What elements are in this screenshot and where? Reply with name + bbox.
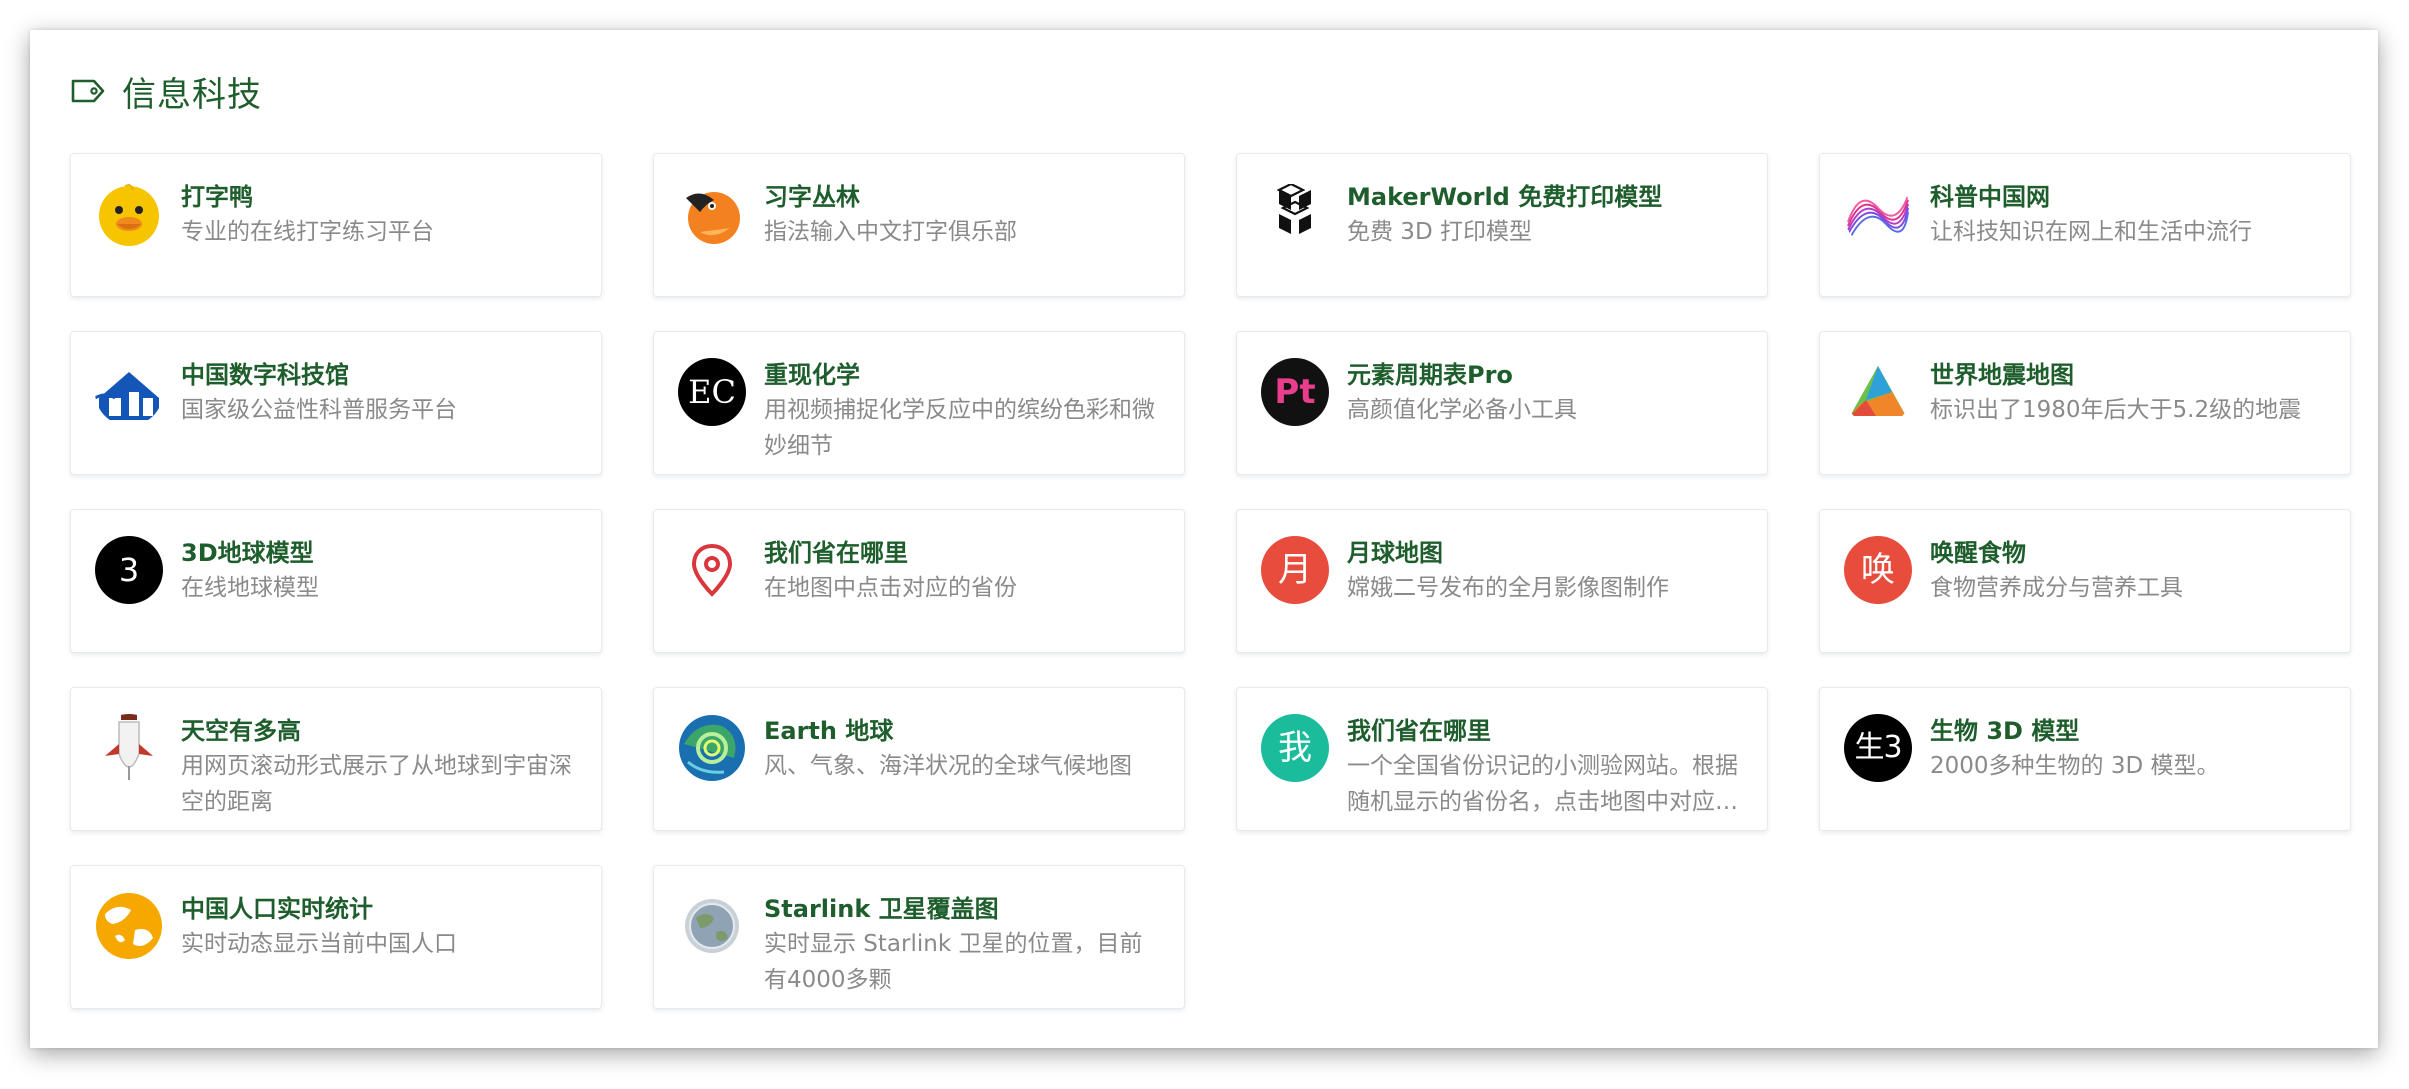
tag-icon (70, 76, 108, 106)
card-description: 嫦娥二号发布的全月影像图制作 (1347, 575, 1669, 601)
card-description: 用视频捕捉化学反应中的缤纷色彩和微妙细节 (764, 397, 1155, 459)
card-bio-3d-models[interactable]: 生3 生物 3D 模型 2000多种生物的 3D 模型。 (1819, 687, 2351, 831)
card-description: 实时显示 Starlink 卫星的位置，目前有4000多颗 (764, 931, 1143, 993)
card-description: 专业的在线打字练习平台 (181, 219, 434, 245)
card-description: 用网页滚动形式展示了从地球到宇宙深空的距离 (181, 753, 572, 815)
card-title: 生物 3D 模型 (1930, 717, 2080, 745)
card-title: MakerWorld 免费打印模型 (1347, 183, 1663, 211)
letter-avatar-icon: 唤 (1844, 536, 1912, 604)
section-panel: 信息科技 打字鸭 专业的在线打字练习平台 习字丛林 指法输入中文打字俱乐部 Ma… (30, 30, 2378, 1048)
card-cdstm[interactable]: 中国数字科技馆 国家级公益性科普服务平台 (70, 331, 602, 475)
card-description: 在线地球模型 (181, 575, 319, 601)
card-title: 中国数字科技馆 (181, 361, 349, 389)
card-title: 月球地图 (1347, 539, 1443, 567)
globe-yellow-icon (95, 892, 163, 960)
card-title: 我们省在哪里 (1347, 717, 1491, 745)
card-description: 食物营养成分与营养工具 (1930, 575, 2183, 601)
card-title: 元素周期表Pro (1347, 361, 1513, 389)
card-description: 2000多种生物的 3D 模型。 (1930, 753, 2220, 779)
card-earth-nullschool[interactable]: Earth 地球 风、气象、海洋状况的全球气候地图 (653, 687, 1185, 831)
card-chongxian-huaxue[interactable]: EC 重现化学 用视频捕捉化学反应中的缤纷色彩和微妙细节 (653, 331, 1185, 475)
card-starlink-coverage[interactable]: Starlink 卫星覆盖图 实时显示 Starlink 卫星的位置，目前有40… (653, 865, 1185, 1009)
card-description: 国家级公益性科普服务平台 (181, 397, 457, 423)
card-title: 中国人口实时统计 (181, 895, 373, 923)
ec-logo-icon: EC (678, 358, 746, 426)
letter-avatar-icon: 3 (95, 536, 163, 604)
letter-avatar-icon: 生3 (1844, 714, 1912, 782)
card-title: Earth 地球 (764, 717, 894, 745)
card-how-high-sky[interactable]: 天空有多高 用网页滚动形式展示了从地球到宇宙深空的距离 (70, 687, 602, 831)
card-wake-food[interactable]: 唤 唤醒食物 食物营养成分与营养工具 (1819, 509, 2351, 653)
wave-logo-icon (1844, 180, 1912, 248)
rocket-icon (95, 714, 163, 782)
section-header: 信息科技 (70, 64, 262, 118)
card-province-quiz[interactable]: 我 我们省在哪里 一个全国省份识记的小测验网站。根据随机显示的省份名，点击地图中… (1236, 687, 1768, 831)
card-moon-map[interactable]: 月 月球地图 嫦娥二号发布的全月影像图制作 (1236, 509, 1768, 653)
globe-grey-icon (678, 892, 746, 960)
card-description: 标识出了1980年后大于5.2级的地震 (1930, 397, 2302, 423)
cube-logo-icon (1261, 180, 1329, 248)
card-which-province[interactable]: 我们省在哪里 在地图中点击对应的省份 (653, 509, 1185, 653)
card-china-population[interactable]: 中国人口实时统计 实时动态显示当前中国人口 (70, 865, 602, 1009)
card-description: 风、气象、海洋状况的全球气候地图 (764, 753, 1132, 779)
mountain-logo-icon (1844, 358, 1912, 426)
card-title: 天空有多高 (181, 717, 301, 745)
cdstm-logo-icon (95, 358, 163, 426)
card-description: 高颜值化学必备小工具 (1347, 397, 1577, 423)
section-title: 信息科技 (122, 74, 262, 115)
card-title: Starlink 卫星覆盖图 (764, 895, 999, 923)
card-grid: 打字鸭 专业的在线打字练习平台 习字丛林 指法输入中文打字俱乐部 MakerWo… (70, 153, 2352, 1009)
card-dazi-ya[interactable]: 打字鸭 专业的在线打字练习平台 (70, 153, 602, 297)
card-periodic-table-pro[interactable]: Pt 元素周期表Pro 高颜值化学必备小工具 (1236, 331, 1768, 475)
card-description: 一个全国省份识记的小测验网站。根据随机显示的省份名，点击地图中对应的省份。 (1347, 753, 1738, 815)
letter-avatar-icon: 我 (1261, 714, 1329, 782)
card-title: 3D地球模型 (181, 539, 314, 567)
card-title: 重现化学 (764, 361, 860, 389)
card-title: 科普中国网 (1930, 183, 2050, 211)
card-description: 让科技知识在网上和生活中流行 (1930, 219, 2252, 245)
card-title: 打字鸭 (181, 183, 253, 211)
card-title: 我们省在哪里 (764, 539, 908, 567)
bird-icon (678, 180, 746, 248)
card-description: 指法输入中文打字俱乐部 (764, 219, 1017, 245)
card-world-earthquake-map[interactable]: 世界地震地图 标识出了1980年后大于5.2级的地震 (1819, 331, 2351, 475)
card-title: 世界地震地图 (1930, 361, 2074, 389)
pt-logo-icon: Pt (1261, 358, 1329, 426)
card-kepu-china[interactable]: 科普中国网 让科技知识在网上和生活中流行 (1819, 153, 2351, 297)
card-title: 习字丛林 (764, 183, 860, 211)
duck-icon (95, 180, 163, 248)
map-pin-icon (678, 536, 746, 604)
card-description: 免费 3D 打印模型 (1347, 219, 1532, 245)
card-xizi-conglin[interactable]: 习字丛林 指法输入中文打字俱乐部 (653, 153, 1185, 297)
card-description: 实时动态显示当前中国人口 (181, 931, 457, 957)
letter-avatar-icon: 月 (1261, 536, 1329, 604)
card-3d-earth-model[interactable]: 3 3D地球模型 在线地球模型 (70, 509, 602, 653)
card-title: 唤醒食物 (1930, 539, 2026, 567)
card-makerworld[interactable]: MakerWorld 免费打印模型 免费 3D 打印模型 (1236, 153, 1768, 297)
card-description: 在地图中点击对应的省份 (764, 575, 1017, 601)
globe-swirl-icon (678, 714, 746, 782)
